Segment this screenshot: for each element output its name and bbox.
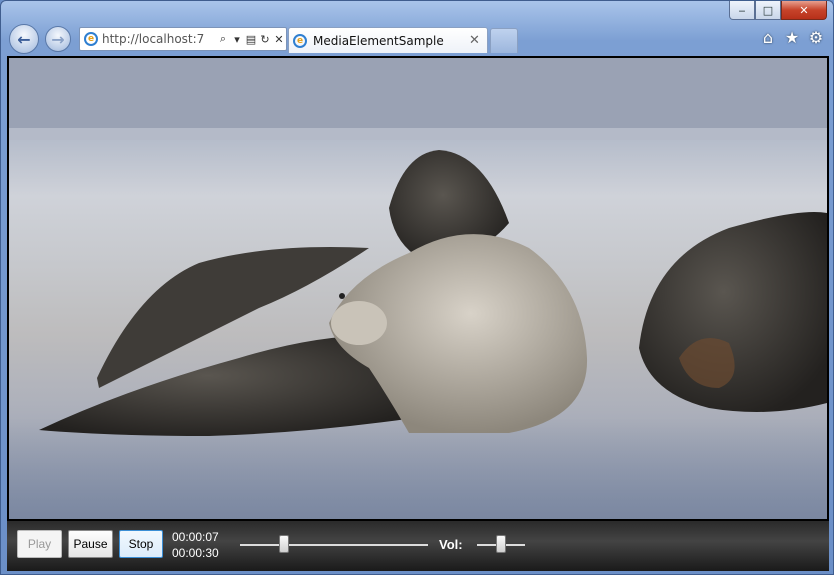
forward-arrow-icon: → bbox=[51, 29, 65, 49]
position-slider-thumb[interactable] bbox=[278, 535, 289, 553]
total-time: 00:00:30 bbox=[172, 546, 219, 560]
tab-title: MediaElementSample bbox=[313, 33, 444, 48]
media-controls: Play Pause Stop 00:00:07 00:00:30 Vol: bbox=[7, 521, 829, 571]
pause-button[interactable]: Pause bbox=[68, 530, 113, 558]
favorites-star-icon[interactable]: ★ bbox=[783, 28, 801, 47]
search-icon[interactable]: ⌕ bbox=[216, 32, 230, 46]
caption-buttons: ‒ □ ✕ bbox=[729, 1, 827, 20]
stop-icon[interactable]: ✕ bbox=[272, 33, 286, 46]
dropdown-icon[interactable]: ▾ bbox=[230, 33, 244, 46]
back-button[interactable]: ← bbox=[9, 24, 39, 54]
position-slider-track[interactable] bbox=[240, 544, 428, 546]
minimize-button[interactable]: ‒ bbox=[729, 1, 755, 20]
volume-slider-thumb[interactable] bbox=[496, 535, 506, 553]
tab-media-element-sample[interactable]: e MediaElementSample ✕ bbox=[288, 27, 488, 53]
volume-label: Vol: bbox=[439, 537, 463, 552]
command-icons: ⌂ ★ ⚙ bbox=[759, 28, 825, 47]
gear-icon[interactable]: ⚙ bbox=[807, 28, 825, 47]
ie-tab-icon: e bbox=[293, 33, 307, 48]
back-arrow-icon: ← bbox=[17, 29, 31, 49]
browser-window: ‒ □ ✕ ← → e http://localhost:7 ⌕ ▾ ▤ ↻ ✕… bbox=[0, 0, 834, 575]
play-button[interactable]: Play bbox=[17, 530, 62, 558]
page-content: Play Pause Stop 00:00:07 00:00:30 Vol: bbox=[7, 56, 829, 571]
tab-close-icon[interactable]: ✕ bbox=[469, 33, 483, 48]
maximize-button[interactable]: □ bbox=[755, 1, 781, 20]
refresh-icon[interactable]: ↻ bbox=[258, 33, 272, 46]
new-tab-button[interactable] bbox=[490, 28, 518, 53]
video-frame-seals bbox=[9, 58, 827, 519]
address-bar[interactable]: e http://localhost:7 ⌕ ▾ ▤ ↻ ✕ bbox=[79, 27, 287, 51]
stop-button[interactable]: Stop bbox=[119, 530, 163, 558]
current-time: 00:00:07 bbox=[172, 530, 219, 544]
ie-logo-icon: e bbox=[84, 32, 98, 46]
address-url[interactable]: http://localhost:7 bbox=[102, 32, 216, 46]
forward-button[interactable]: → bbox=[45, 26, 71, 52]
compatibility-view-icon[interactable]: ▤ bbox=[244, 33, 258, 46]
close-button[interactable]: ✕ bbox=[781, 1, 827, 20]
media-element-video[interactable] bbox=[9, 58, 827, 519]
home-icon[interactable]: ⌂ bbox=[759, 28, 777, 47]
navigation-bar: ← → e http://localhost:7 ⌕ ▾ ▤ ↻ ✕ e Med… bbox=[7, 22, 827, 54]
